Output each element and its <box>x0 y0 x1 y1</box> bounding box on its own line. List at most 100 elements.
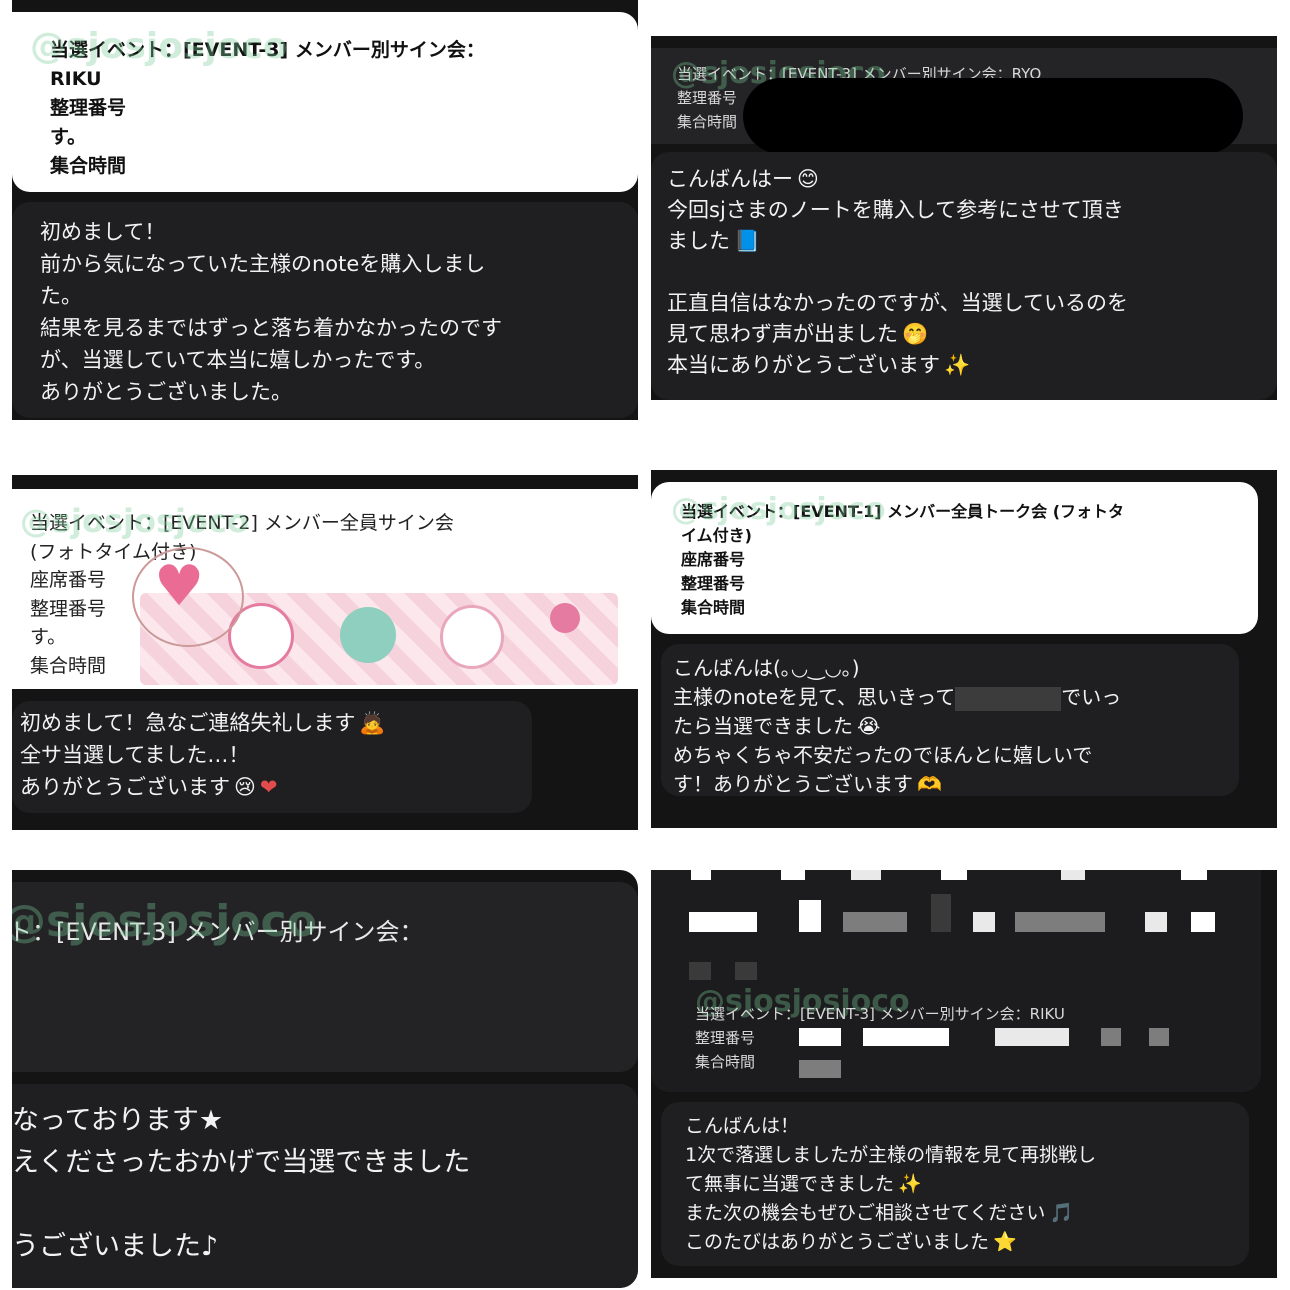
message-text: また次の機会もぜひご相談させてください <box>685 1202 1046 1224</box>
pixelated-redaction <box>941 870 967 880</box>
sparkles-emoji-icon: ✨ <box>944 353 971 377</box>
message-text: ありがとうございます <box>20 775 230 799</box>
message-text: このたびはありがとうございました <box>685 1231 990 1253</box>
screenshot-panel-5: ト：[EVENT-3] メンバー別サイン会： @sjosjosjoco なってお… <box>12 870 638 1288</box>
event-title: ト：[EVENT-3] メンバー別サイン会： <box>12 918 424 946</box>
event-title: 当選イベント：[EVENT-3] メンバー別サイン会： <box>50 39 485 61</box>
pixelated-redaction <box>799 1028 841 1046</box>
pixelated-redaction <box>689 912 757 932</box>
message-line: 見て思わず声が出ました 🤭 <box>667 319 1128 350</box>
pixelated-redaction <box>1101 1028 1121 1046</box>
message-line: 正直自信はなかったのですが、当選しているのを <box>667 291 1128 315</box>
loudly-crying-emoji-icon: 😭 <box>857 714 881 738</box>
pixelated-redaction <box>689 962 711 980</box>
sparkles-emoji-icon: ✨ <box>898 1173 922 1195</box>
message-line: めちゃくちゃ不安だったのでほんとに嬉しいで <box>673 743 1093 767</box>
pixelated-redaction <box>691 870 711 880</box>
seat-number-label: 座席番号 <box>681 550 746 569</box>
message-text: 主様のnoteを見て、思いきって <box>673 685 956 709</box>
message-line: が、当選していて本当に嬉しかったです。 <box>40 348 436 372</box>
pixelated-redaction <box>1181 870 1207 880</box>
meeting-time-label: 集合時間 <box>681 598 746 617</box>
pixelated-redaction <box>1015 912 1105 932</box>
message-line: 前から気になっていた主様のnoteを購入しまし <box>40 252 486 276</box>
message-line: このたびはありがとうございました ⭐ <box>685 1228 1096 1257</box>
pixelated-header-area: @sjosjosjoco 当選イベント：[EVENT-3] メンバー別サイン会：… <box>651 870 1261 1092</box>
event-info-card: 当選イベント：[EVENT-3] メンバー別サイン会：RYO 整理番号 集合時間… <box>651 48 1277 154</box>
message-bubble: 初めまして！ 前から気になっていた主様のnoteを購入しまし た。 結果を見るま… <box>12 202 638 418</box>
event-title: 当選イベント：[EVENT-2] メンバー全員サイン会 <box>30 512 454 534</box>
message-line: 本当にありがとうございます ✨ <box>667 350 1128 381</box>
event-info-card: 当選イベント：[EVENT-1] メンバー全員トーク会 (フォトタ イム付き) … <box>651 482 1258 634</box>
message-line: うございました♪ <box>12 1231 219 1262</box>
message-text: たら当選できました <box>673 714 853 738</box>
screenshot-panel-1: 当選イベント：[EVENT-3] メンバー別サイン会： RIKU 整理番号 す。… <box>12 0 638 420</box>
heart-hands-emoji-icon: 🫶 <box>917 772 942 796</box>
heart-emoji-icon: ❤ <box>259 775 278 799</box>
pixelated-redaction <box>1145 912 1167 932</box>
message-line: 全サ当選してました…！ <box>20 743 250 767</box>
pixelated-redaction <box>843 912 907 932</box>
message-bubble: こんばんは！ 1次で落選しましたが主様の情報を見て再挑戦し て無事に当選できまし… <box>661 1102 1249 1266</box>
screenshot-panel-4: 当選イベント：[EVENT-1] メンバー全員トーク会 (フォトタ イム付き) … <box>651 470 1277 828</box>
message-line: たら当選できました 😭 <box>673 712 1121 741</box>
message-line: 結果を見るまではずっと落ち着かなかったのです <box>40 316 502 340</box>
member-name: RIKU <box>50 68 102 90</box>
redaction-box <box>955 686 1062 711</box>
screenshot-panel-6: @sjosjosjoco 当選イベント：[EVENT-3] メンバー別サイン会：… <box>651 870 1277 1278</box>
message-text: ました <box>667 229 730 253</box>
star-emoji-icon: ⭐ <box>993 1231 1017 1253</box>
message-line: 今回sjさまのノートを購入して参考にさせて頂き <box>667 198 1124 222</box>
music-notes-emoji-icon: 🎵 <box>1049 1202 1074 1224</box>
message-line: す！ありがとうございます 🫶 <box>673 770 1121 799</box>
message-line: 初めまして！ <box>40 220 166 244</box>
message-line <box>12 1184 470 1226</box>
message-line: こんばんは(｡◡‿◡｡) <box>673 656 860 680</box>
message-text: こんばんはー <box>667 167 793 191</box>
pixelated-redaction <box>931 894 951 932</box>
message-text: 初めまして！急なご連絡失礼します <box>20 711 356 735</box>
meeting-time-label: 集合時間 <box>695 1053 756 1071</box>
ticket-number-suffix: す。 <box>50 126 87 148</box>
message-line: また次の機会もぜひご相談させてください 🎵 <box>685 1199 1096 1228</box>
character-face-icon <box>440 605 504 669</box>
character-face-icon <box>340 607 396 663</box>
pixelated-redaction <box>851 870 881 880</box>
message-text: 本当にありがとうございます <box>667 353 940 377</box>
message-line: ました 📘 <box>667 226 1128 257</box>
pixelated-redaction <box>1191 912 1215 932</box>
message-text: 見て思わず声が出ました <box>667 322 898 346</box>
ticket-number-label: 整理番号 <box>50 97 127 119</box>
message-line: こんばんは！ <box>685 1115 800 1137</box>
smile-emoji-icon: 😊 <box>797 167 819 191</box>
message-text: す！ありがとうございます <box>673 772 913 796</box>
message-line: ありがとうございました。 <box>40 380 292 404</box>
lollipop-icon <box>550 603 580 633</box>
event-info-card: 当選イベント：[EVENT-3] メンバー別サイン会： RIKU 整理番号 す。… <box>12 12 638 192</box>
message-bubble: なっております★ えくださったおかげで当選できました うございました♪ <box>12 1084 638 1288</box>
crying-face-emoji-icon: 😢 <box>234 775 256 799</box>
event-title: 当選イベント：[EVENT-1] メンバー全員トーク会 (フォトタ <box>681 502 1125 521</box>
message-line: 初めまして！急なご連絡失礼します 🙇 <box>20 707 386 739</box>
event-info-card: ト：[EVENT-3] メンバー別サイン会： @sjosjosjoco <box>12 882 638 1072</box>
meeting-time-label: 集合時間 <box>50 155 127 177</box>
event-title: 当選イベント：[EVENT-3] メンバー別サイン会：RIKU <box>695 1005 1065 1023</box>
screenshot-panel-2: 当選イベント：[EVENT-3] メンバー別サイン会：RYO 整理番号 集合時間… <box>651 36 1277 400</box>
message-bubble: こんばんは(｡◡‿◡｡) 主様のnoteを見て、思いきって でいっ たら当選できま… <box>661 644 1239 796</box>
pixelated-redaction <box>1061 870 1085 880</box>
bowing-emoji-icon: 🙇 <box>359 711 386 735</box>
message-text: でいっ <box>1061 685 1122 709</box>
pixelated-redaction <box>799 1060 841 1078</box>
message-line: た。 <box>40 284 82 308</box>
message-line: て無事に当選できました ✨ <box>685 1170 1096 1199</box>
book-emoji-icon: 📘 <box>734 229 761 253</box>
message-bubble: 初めまして！急なご連絡失礼します 🙇 全サ当選してました…！ ありがとうございます… <box>12 701 532 813</box>
event-info-card: 当選イベント：[EVENT-2] メンバー全員サイン会 (フォトタイム付き) 座… <box>12 489 638 689</box>
pixelated-redaction <box>1149 1028 1169 1046</box>
ticket-number-label: 整理番号 <box>681 574 746 593</box>
screenshot-panel-3: 当選イベント：[EVENT-2] メンバー全員サイン会 (フォトタイム付き) 座… <box>12 475 638 830</box>
message-line: こんばんはー 😊 <box>667 164 1128 195</box>
message-line: 主様のnoteを見て、思いきって でいっ <box>673 683 1121 712</box>
pixelated-redaction <box>973 912 995 932</box>
message-text: て無事に当選できました <box>685 1173 895 1195</box>
